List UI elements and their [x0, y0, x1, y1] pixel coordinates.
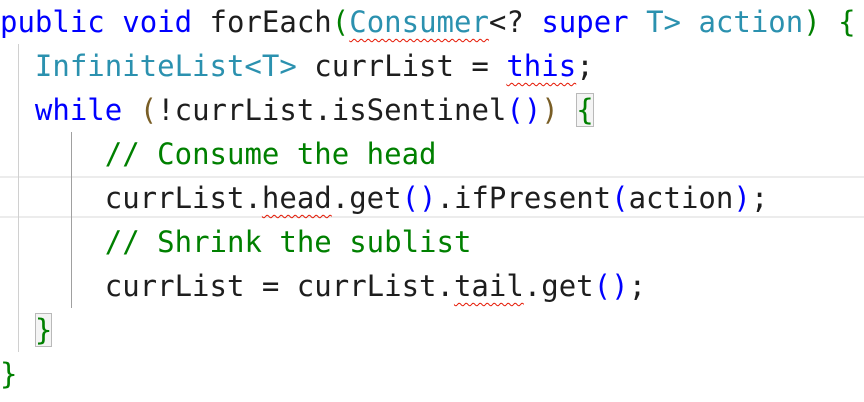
comment-token: // Shrink the sublist: [104, 225, 472, 259]
code-token: .get: [523, 269, 594, 303]
code-line[interactable]: currList = currList.tail.get();: [0, 264, 646, 308]
paren-token: (): [506, 93, 542, 127]
paren-token: (): [593, 269, 629, 303]
code-line[interactable]: while (!currList.isSentinel()) {: [0, 88, 594, 132]
code-token-error: head: [261, 181, 332, 215]
code-token: forEach: [192, 5, 332, 39]
brace-token-matched: {: [576, 93, 594, 127]
code-token: !currList.isSentinel: [157, 93, 507, 127]
brace-token-matched: }: [34, 313, 53, 347]
type-token: T> action: [628, 5, 804, 39]
code-line[interactable]: }: [0, 352, 17, 396]
type-token-error: Consumer: [349, 5, 489, 39]
paren-token: ): [733, 181, 751, 215]
code-token: .get: [331, 181, 402, 215]
keyword-token: public: [0, 5, 105, 39]
paren-token: (): [401, 181, 437, 215]
code-token: .ifPresent: [436, 181, 612, 215]
keyword-token-error: this: [506, 49, 577, 83]
code-line[interactable]: InfiniteList<T> currList = this;: [0, 44, 594, 88]
paren-token: ): [803, 5, 821, 39]
code-line[interactable]: }: [0, 308, 53, 352]
code-token: ;: [750, 181, 769, 215]
code-token: ;: [628, 269, 647, 303]
code-token: ;: [576, 49, 594, 83]
type-token: InfiniteList<T>: [34, 49, 297, 83]
code-token: action: [628, 181, 734, 215]
code-token: currList =: [296, 49, 507, 83]
comment-token: // Consume the head: [104, 137, 437, 171]
paren-token: (: [611, 181, 629, 215]
code-token: currList = currList.: [0, 269, 454, 303]
keyword-token: while: [34, 93, 123, 127]
brace-token: {: [838, 5, 856, 39]
code-line[interactable]: currList.head.get().ifPresent(action);: [0, 176, 769, 220]
code-line[interactable]: public void forEach(Consumer<? super T> …: [0, 0, 856, 44]
paren-token: (: [139, 93, 158, 127]
paren-token: ): [541, 93, 559, 127]
code-editor[interactable]: public void forEach(Consumer<? super T> …: [0, 0, 864, 402]
keyword-token: void: [122, 5, 193, 39]
keyword-token: super: [541, 5, 629, 39]
code-token: <?: [488, 5, 542, 39]
paren-token: (: [331, 5, 350, 39]
code-token-error: tail: [453, 269, 524, 303]
brace-token: }: [0, 357, 18, 391]
code-line[interactable]: // Shrink the sublist: [0, 220, 472, 264]
code-token: currList.: [0, 181, 262, 215]
code-line[interactable]: // Consume the head: [0, 132, 437, 176]
